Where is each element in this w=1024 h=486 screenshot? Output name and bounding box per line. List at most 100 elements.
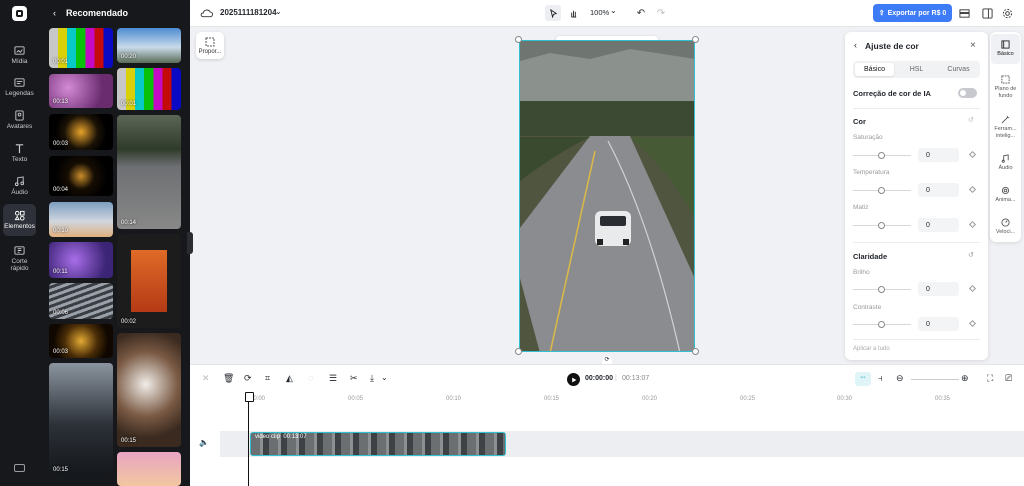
sidebar-item-avatares[interactable]: Avatares (3, 105, 36, 135)
aspect-ratio-button[interactable]: Propor... (196, 32, 224, 59)
resize-handle[interactable] (692, 36, 699, 43)
media-thumb[interactable]: 00:11 (49, 242, 113, 278)
video-clip[interactable]: video clip 00:13:07 (250, 432, 506, 456)
keyframe-icon[interactable] (968, 284, 977, 293)
sidetab-animation[interactable]: Anima... (991, 180, 1020, 210)
timeline[interactable]: 00:00 00:05 00:10 00:15 00:20 00:25 00:3… (190, 392, 1024, 486)
delete-icon[interactable]: 🗑 (223, 373, 234, 384)
media-thumb[interactable] (117, 452, 181, 486)
back-chevron-icon[interactable]: ‹ (53, 8, 56, 18)
temperature-slider[interactable] (853, 187, 911, 194)
fit-timeline-icon[interactable]: ⛶ (987, 373, 993, 384)
split-view-icon[interactable]: ⫞ (878, 373, 883, 384)
screen-icon[interactable]: ⎚ (1005, 373, 1012, 384)
sidebar-item-audio[interactable]: Áudio (3, 171, 36, 201)
chevron-down-icon[interactable]: ⌄ (275, 7, 282, 16)
tab-curvas[interactable]: Curvas (939, 63, 978, 76)
keyframe-icon[interactable] (968, 319, 977, 328)
speaker-icon[interactable]: 🔈 (199, 438, 209, 447)
undo-icon[interactable]: ↶ (635, 6, 647, 20)
slider-knob[interactable] (878, 286, 885, 293)
keyboard-icon[interactable] (14, 464, 25, 472)
resize-handle[interactable] (515, 36, 522, 43)
media-thumb[interactable]: 00:03 (49, 114, 113, 150)
close-icon[interactable]: × (970, 40, 976, 51)
project-name[interactable]: 2025111181204 (220, 8, 277, 17)
video-preview[interactable] (519, 40, 695, 352)
redo-icon[interactable]: ↷ (655, 6, 667, 20)
slider-knob[interactable] (878, 187, 885, 194)
sidebar-item-elementos[interactable]: Elementos (3, 204, 36, 236)
play-button[interactable] (567, 373, 580, 386)
sidetab-plano-de-fundo[interactable]: Plano de fundo (991, 68, 1020, 106)
saturation-slider[interactable] (853, 152, 911, 159)
media-thumb[interactable]: 00:15 (49, 363, 113, 476)
download-chevron-down-icon[interactable]: ⌄ (381, 373, 388, 382)
split-icon[interactable]: ✕ (202, 373, 210, 384)
brightness-input[interactable]: 0 (918, 282, 959, 296)
export-button[interactable]: ⇪ Exportar por R$ 0 (873, 4, 952, 22)
cloud-icon[interactable] (200, 7, 213, 19)
flip-icon[interactable]: ◭ (286, 373, 293, 384)
sidebar-item-texto[interactable]: Texto (3, 138, 36, 168)
back-chevron-icon[interactable]: ‹ (854, 40, 857, 50)
media-thumb[interactable]: 00:04 (49, 156, 113, 196)
media-thumb[interactable]: 00:02 (117, 234, 181, 328)
resize-handle[interactable] (515, 348, 522, 355)
apply-all-button[interactable]: Aplicar a tudo (853, 346, 890, 352)
media-thumb[interactable]: 00:20 (117, 28, 181, 63)
brightness-slider[interactable] (853, 286, 911, 293)
hue-input[interactable]: 0 (918, 218, 959, 232)
tab-basico[interactable]: Básico (855, 63, 894, 76)
media-thumb[interactable]: 00:01 (49, 28, 113, 68)
app-logo[interactable] (12, 6, 27, 21)
media-thumb[interactable]: 00:10 (49, 202, 113, 237)
magnet-icon[interactable]: ⇔ (855, 372, 871, 386)
layout-icon[interactable] (981, 7, 993, 19)
slider-knob[interactable] (878, 321, 885, 328)
hue-slider[interactable] (853, 222, 911, 229)
tab-hsl[interactable]: HSL (897, 63, 936, 76)
reset-icon[interactable]: ↺ (968, 251, 974, 259)
media-thumb[interactable]: 00:03 (49, 324, 113, 358)
contrast-slider[interactable] (853, 321, 911, 328)
download-icon[interactable]: ⤓ (370, 373, 374, 384)
keyframe-icon[interactable] (968, 185, 977, 194)
sidetab-basico[interactable]: Básico (991, 34, 1020, 64)
contrast-input[interactable]: 0 (918, 317, 959, 331)
select-pointer-icon[interactable] (545, 5, 561, 21)
resize-handle[interactable] (692, 348, 699, 355)
zoom-level[interactable]: 100% (590, 8, 609, 17)
sidetab-audio[interactable]: Áudio (991, 148, 1020, 178)
media-thumb[interactable]: 00:13 (49, 74, 113, 108)
keyframe-icon[interactable] (968, 220, 977, 229)
gear-icon[interactable] (1001, 7, 1013, 19)
playhead[interactable] (245, 392, 254, 486)
adjust-icon[interactable]: ☰ (329, 373, 337, 384)
sidebar-item-midia[interactable]: Mídia (3, 40, 36, 70)
saturation-input[interactable]: 0 (918, 148, 959, 162)
zoom-slider[interactable] (911, 379, 959, 380)
slider-knob[interactable] (878, 222, 885, 229)
media-thumb[interactable]: 00:01 (117, 68, 181, 110)
rotate-icon[interactable]: ⟳ (602, 356, 612, 364)
temperature-input[interactable]: 0 (918, 183, 959, 197)
loop-icon[interactable]: ⟳ (244, 373, 252, 384)
media-thumb[interactable]: 00:14 (117, 115, 181, 229)
crop-icon[interactable]: ⌗ (265, 373, 270, 384)
freeze-icon[interactable]: ◌ (308, 373, 313, 383)
cut-icon[interactable]: ✂ (350, 373, 358, 384)
media-thumb[interactable]: 00:06 (49, 283, 113, 319)
storage-icon[interactable] (958, 7, 970, 19)
zoom-out-icon[interactable]: ⊖ (896, 373, 904, 384)
sidetab-speed[interactable]: Veloci... (991, 212, 1020, 242)
reset-icon[interactable]: ↺ (968, 116, 974, 124)
zoom-in-icon[interactable]: ⊕ (961, 373, 969, 384)
zoom-chevron-down-icon[interactable]: ⌄ (610, 6, 617, 15)
hand-icon[interactable] (565, 5, 581, 21)
keyframe-icon[interactable] (968, 150, 977, 159)
sidebar-item-corte-rapido[interactable]: Corte rápido (3, 240, 36, 276)
panel-collapse-handle[interactable] (187, 232, 193, 254)
media-thumb[interactable]: 00:15 (117, 333, 181, 447)
slider-knob[interactable] (878, 152, 885, 159)
